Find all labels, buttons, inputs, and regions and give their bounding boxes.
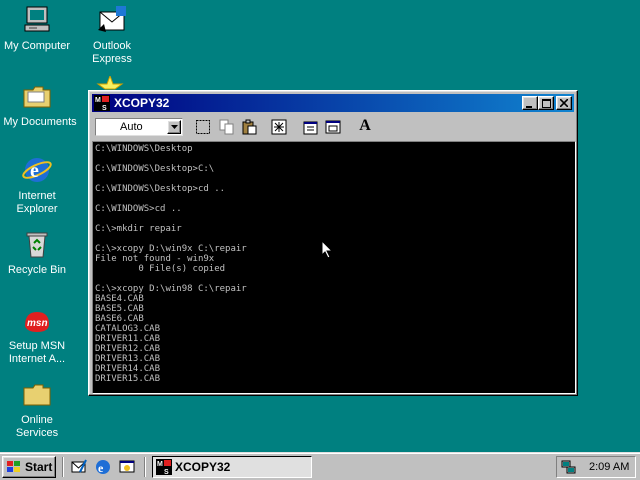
desktop-icon-label: Recycle Bin	[7, 264, 67, 276]
start-label: Start	[25, 460, 53, 474]
properties-icon	[303, 121, 318, 135]
svg-text:e: e	[98, 461, 104, 475]
hidden-desktop-icon	[96, 74, 124, 90]
minimize-button[interactable]	[522, 96, 538, 110]
svg-text:M: M	[157, 461, 163, 468]
network-icon[interactable]	[561, 459, 577, 478]
xcopy-window[interactable]: M S XCOPY32 Auto A C:\WINDOWS\Desktop C:…	[88, 90, 578, 396]
console-output[interactable]: C:\WINDOWS\Desktop C:\WINDOWS\Desktop>C:…	[92, 141, 576, 394]
desktop-icon-recycle-bin[interactable]: Recycle Bin	[0, 228, 77, 277]
desktop-icon-label: Internet Explorer	[16, 190, 58, 215]
copy-icon	[219, 119, 234, 135]
full-screen-button[interactable]	[268, 116, 290, 138]
maximize-button[interactable]	[538, 96, 554, 110]
ms-dos-icon: M S	[156, 459, 172, 478]
taskbar-button-label: XCOPY32	[175, 460, 231, 474]
folder-icon	[21, 378, 53, 410]
mark-button[interactable]	[192, 116, 214, 138]
paste-icon	[242, 119, 257, 135]
desktop-icon-setup-msn[interactable]: msn Setup MSN Internet A...	[0, 304, 77, 366]
desktop-icon-my-computer[interactable]: My Computer	[0, 4, 77, 53]
mark-icon	[196, 120, 210, 134]
svg-text:S: S	[164, 469, 169, 475]
taskbar-separator	[62, 457, 64, 477]
taskbar: Start e M S XCOPY32 2:09 AM	[0, 452, 640, 480]
close-button[interactable]	[556, 96, 572, 110]
start-button[interactable]: Start	[2, 456, 56, 478]
outlook-express-icon	[96, 4, 128, 36]
mouse-cursor-icon	[321, 239, 334, 262]
background-button[interactable]	[322, 116, 344, 138]
minimize-icon	[526, 106, 532, 108]
desktop-icon-label: Setup MSN Internet A...	[8, 340, 66, 365]
window-title: XCOPY32	[114, 96, 170, 110]
windows-logo-icon	[6, 460, 22, 477]
clock[interactable]: 2:09 AM	[589, 461, 629, 473]
taskbar-button-xcopy32[interactable]: M S XCOPY32	[152, 456, 312, 478]
desktop-icon-label: Outlook Express	[92, 40, 132, 65]
quick-launch-outlook[interactable]	[70, 458, 88, 476]
desktop-icon-label: Online Services	[15, 414, 59, 439]
svg-text:M: M	[95, 97, 101, 104]
full-screen-icon	[271, 119, 287, 135]
console-text: C:\WINDOWS\Desktop C:\WINDOWS\Desktop>C:…	[95, 144, 247, 390]
desktop-icon-outlook-express[interactable]: Outlook Express	[72, 4, 152, 66]
close-icon	[559, 98, 569, 108]
background-icon	[325, 120, 341, 134]
maximize-icon	[541, 99, 551, 108]
internet-explorer-icon: e	[21, 154, 53, 186]
svg-text:e: e	[30, 160, 39, 182]
desktop-icon-online-services[interactable]: Online Services	[0, 378, 77, 440]
recycle-bin-icon	[21, 228, 53, 260]
title-bar[interactable]: M S XCOPY32	[92, 94, 574, 112]
folder-icon	[21, 80, 53, 112]
quick-launch-internet-explorer[interactable]: e	[94, 458, 112, 476]
font-button[interactable]: A	[354, 116, 376, 138]
outlook-express-icon	[71, 459, 87, 473]
font-icon: A	[359, 117, 371, 134]
quick-launch-channels[interactable]	[118, 458, 136, 476]
system-tray: 2:09 AM	[556, 456, 636, 478]
font-size-select[interactable]: Auto	[95, 118, 183, 136]
toolbar: Auto A	[92, 114, 574, 140]
computer-icon	[21, 4, 53, 36]
taskbar-separator	[144, 457, 146, 477]
internet-explorer-icon: e	[96, 460, 110, 475]
desktop-icon-my-documents[interactable]: My Documents	[0, 80, 77, 129]
desktop-icon-internet-explorer[interactable]: e Internet Explorer	[0, 154, 77, 216]
font-size-value: Auto	[120, 121, 143, 133]
paste-button[interactable]	[238, 116, 260, 138]
desktop-icon-label: My Computer	[3, 40, 71, 52]
chevron-down-icon[interactable]	[167, 120, 181, 134]
svg-text:S: S	[102, 105, 107, 111]
properties-button[interactable]	[300, 116, 322, 138]
ms-dos-icon: M S	[94, 95, 110, 112]
svg-text:msn: msn	[27, 318, 48, 329]
copy-button[interactable]	[216, 116, 238, 138]
show-desktop-icon	[119, 460, 135, 473]
desktop-icon-label: My Documents	[3, 116, 77, 128]
msn-icon: msn	[21, 304, 53, 336]
